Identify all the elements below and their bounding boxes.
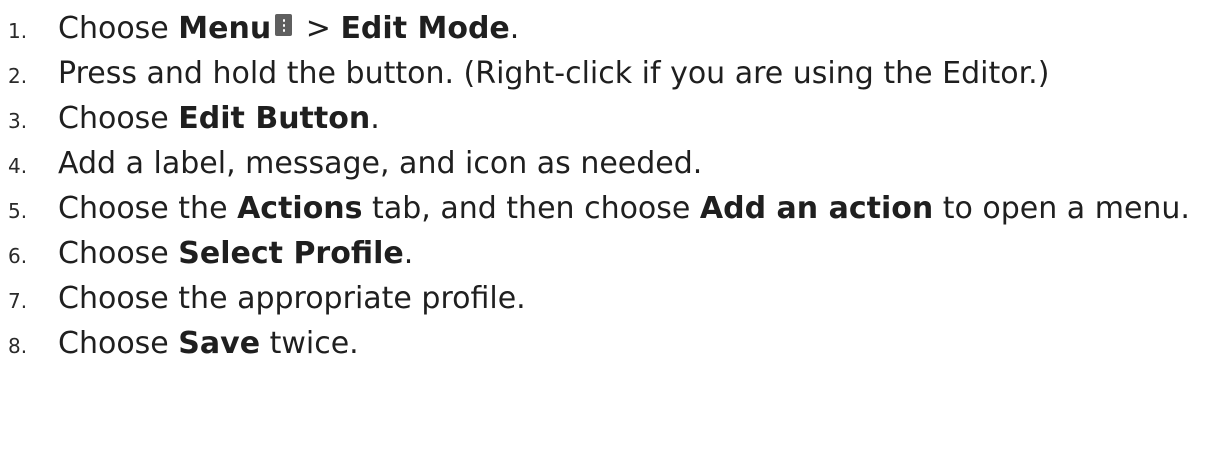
- add-an-action-label: Add an action: [699, 191, 934, 226]
- step-text: .: [509, 11, 520, 46]
- select-profile-label: Select Profile: [178, 236, 404, 271]
- step-text: Choose: [58, 236, 179, 271]
- step-number: 2.: [8, 64, 28, 88]
- step-text: to open a menu.: [933, 191, 1190, 226]
- step-text: Press and hold the button. (Right-click …: [58, 56, 1050, 91]
- step-text: .: [403, 236, 414, 271]
- menu-label: Menu: [178, 11, 272, 46]
- step-4: 4. Add a label, message, and icon as need…: [0, 141, 1205, 186]
- step-number: 8.: [8, 334, 28, 358]
- edit-mode-label: Edit Mode: [340, 11, 510, 46]
- step-1: 1. Choose Menu > Edit Mode.: [0, 6, 1205, 51]
- step-number: 6.: [8, 244, 28, 268]
- step-text: Choose the appropriate profile.: [58, 281, 526, 316]
- step-text: >: [296, 11, 341, 46]
- step-5: 5. Choose the Actions tab, and then choos…: [0, 186, 1198, 231]
- step-text: Choose: [58, 11, 179, 46]
- instruction-steps-list: 1. Choose Menu > Edit Mode. 2. Press and h…: [0, 6, 1205, 366]
- actions-tab-label: Actions: [237, 191, 363, 226]
- step-text: twice.: [260, 326, 359, 361]
- step-number: 4.: [8, 154, 28, 178]
- step-text: tab, and then choose: [362, 191, 700, 226]
- step-6: 6. Choose Select Profile.: [0, 231, 1205, 276]
- save-label: Save: [178, 326, 261, 361]
- step-text: .: [370, 101, 380, 136]
- step-text: Choose: [58, 326, 179, 361]
- step-number: 5.: [8, 199, 28, 223]
- step-text: Choose: [58, 101, 179, 136]
- step-number: 7.: [8, 289, 28, 313]
- vertical-ellipsis-menu-icon: [275, 14, 293, 36]
- edit-button-label: Edit Button: [178, 101, 371, 136]
- step-8: 8. Choose Save twice.: [0, 321, 1205, 366]
- step-2: 2. Press and hold the button. (Right-clic…: [0, 51, 1205, 96]
- step-3: 3. Choose Edit Button.: [0, 96, 1205, 141]
- step-number: 1.: [8, 19, 28, 43]
- step-7: 7. Choose the appropriate profile.: [0, 276, 1205, 321]
- step-number: 3.: [8, 109, 28, 133]
- step-text: Add a label, message, and icon as needed…: [58, 146, 703, 181]
- step-text: Choose the: [58, 191, 238, 226]
